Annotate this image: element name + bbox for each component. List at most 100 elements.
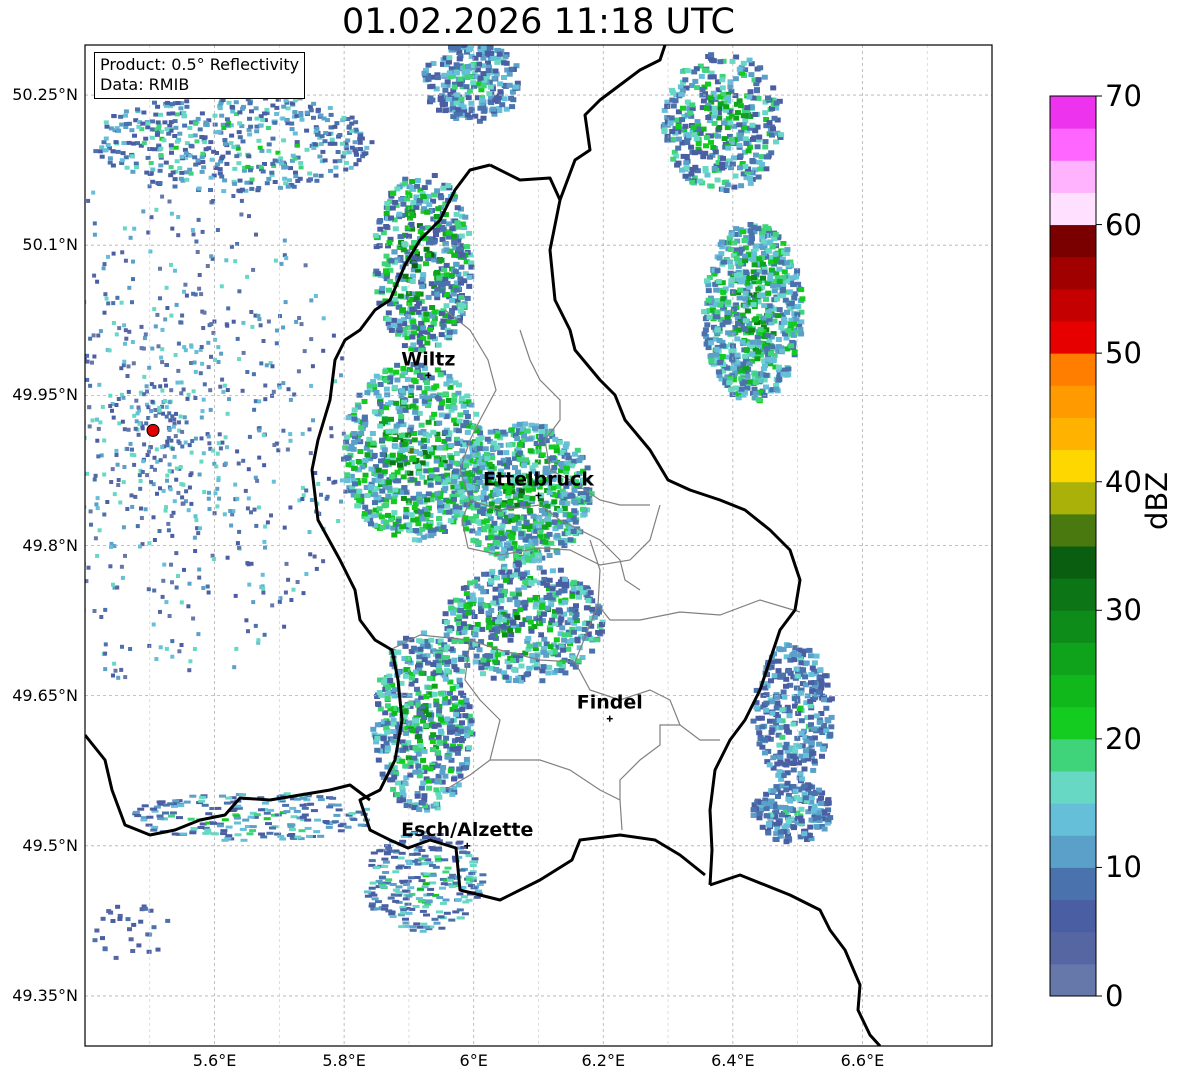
- echo-pixel: [48, 493, 52, 497]
- echo-pixel: [711, 120, 718, 126]
- echo-pixel: [169, 211, 174, 216]
- echo-pixel: [123, 341, 127, 346]
- echo-pixel: [63, 526, 67, 530]
- echo-pixel: [308, 552, 313, 557]
- echo-pixel: [13, 601, 17, 605]
- echo-pixel: [727, 120, 734, 126]
- echo-pixel: [755, 256, 762, 262]
- echo-pixel: [420, 272, 427, 278]
- echo-pixel: [384, 201, 391, 206]
- echo-pixel: [416, 807, 423, 812]
- echo-pixel: [176, 574, 180, 578]
- echo-pixel: [356, 488, 363, 494]
- echo-pixel: [661, 129, 668, 135]
- echo-pixel: [734, 336, 741, 342]
- echo-pixel: [682, 77, 689, 83]
- echo-pixel: [319, 492, 323, 497]
- echo-pixel: [119, 667, 124, 672]
- echo-pixel: [445, 230, 452, 236]
- echo-pixel: [130, 340, 135, 344]
- echo-pixel: [55, 447, 59, 451]
- echo-pixel: [537, 434, 544, 440]
- echo-pixel: [259, 361, 264, 366]
- echo-pixel: [98, 329, 103, 334]
- echo-pixel: [427, 716, 434, 722]
- echo-pixel: [434, 491, 441, 497]
- echo-pixel: [531, 462, 538, 468]
- echo-pixel: [419, 474, 426, 480]
- echo-pixel: [445, 477, 452, 483]
- echo-pixel: [116, 675, 121, 680]
- echo-pixel: [447, 729, 453, 735]
- echo-pixel: [446, 463, 453, 469]
- echo-pixel: [464, 733, 471, 739]
- echo-pixel: [506, 442, 513, 448]
- echo-pixel: [728, 113, 735, 119]
- echo-pixel: [463, 604, 470, 609]
- echo-pixel: [454, 205, 461, 211]
- echo-pixel: [762, 224, 769, 230]
- echo-pixel: [173, 353, 178, 357]
- echo-pixel: [371, 452, 378, 458]
- echo-pixel: [123, 328, 128, 333]
- echo-pixel: [201, 326, 206, 330]
- echo-pixel: [196, 632, 201, 637]
- echo-pixel: [452, 474, 459, 480]
- echo-pixel: [103, 642, 108, 647]
- echo-pixel: [522, 421, 528, 427]
- echo-pixel: [762, 144, 769, 150]
- echo-pixel: [783, 762, 790, 768]
- echo-pixel: [247, 214, 251, 219]
- echo-pixel: [385, 316, 392, 322]
- echo-pixel: [119, 366, 124, 371]
- echo-pixel: [593, 637, 600, 643]
- echo-pixel: [490, 440, 497, 446]
- echo-pixel: [251, 600, 256, 605]
- echo-pixel: [741, 379, 748, 385]
- echo-pixel: [736, 66, 743, 72]
- echo-pixel: [683, 154, 690, 159]
- echo-pixel: [433, 801, 440, 807]
- echo-pixel: [361, 414, 368, 420]
- echo-pixel: [692, 78, 699, 84]
- echo-pixel: [761, 74, 768, 80]
- echo-pixel: [778, 259, 785, 265]
- echo-pixel: [249, 310, 254, 314]
- echo-pixel: [704, 105, 710, 111]
- echo-pixel: [377, 218, 384, 223]
- echo-pixel: [63, 442, 67, 446]
- echo-pixel: [386, 485, 393, 491]
- echo-pixel: [158, 384, 163, 389]
- echo-pixel: [206, 496, 211, 501]
- echo-pixel: [389, 205, 396, 211]
- echo-pixel: [747, 176, 754, 181]
- echo-pixel: [438, 195, 445, 201]
- echo-pixel: [234, 646, 239, 651]
- echo-pixel: [456, 246, 462, 252]
- echo-pixel: [689, 179, 696, 185]
- echo-pixel: [487, 578, 494, 584]
- echo-pixel: [449, 724, 455, 730]
- echo-pixel: [742, 290, 749, 296]
- echo-pixel: [772, 232, 779, 237]
- echo-pixel: [191, 616, 196, 621]
- echo-pixel: [390, 786, 397, 792]
- echo-pixel: [753, 152, 759, 158]
- echo-pixel: [520, 463, 527, 469]
- echo-pixel: [716, 338, 723, 343]
- echo-pixel: [57, 351, 61, 355]
- echo-pixel: [764, 356, 771, 362]
- echo-pixel: [774, 296, 781, 302]
- echo-pixel: [7, 297, 11, 301]
- echo-pixel: [182, 567, 186, 572]
- echo-pixel: [389, 452, 396, 458]
- echo-pixel: [723, 188, 730, 193]
- echo-pixel: [473, 411, 480, 417]
- echo-pixel: [7, 320, 11, 324]
- echo-pixel: [691, 132, 698, 138]
- echo-pixel: [475, 519, 482, 525]
- echo-pixel: [163, 399, 168, 403]
- echo-pixel: [704, 278, 710, 284]
- echo-pixel: [99, 615, 104, 619]
- echo-pixel: [402, 180, 409, 186]
